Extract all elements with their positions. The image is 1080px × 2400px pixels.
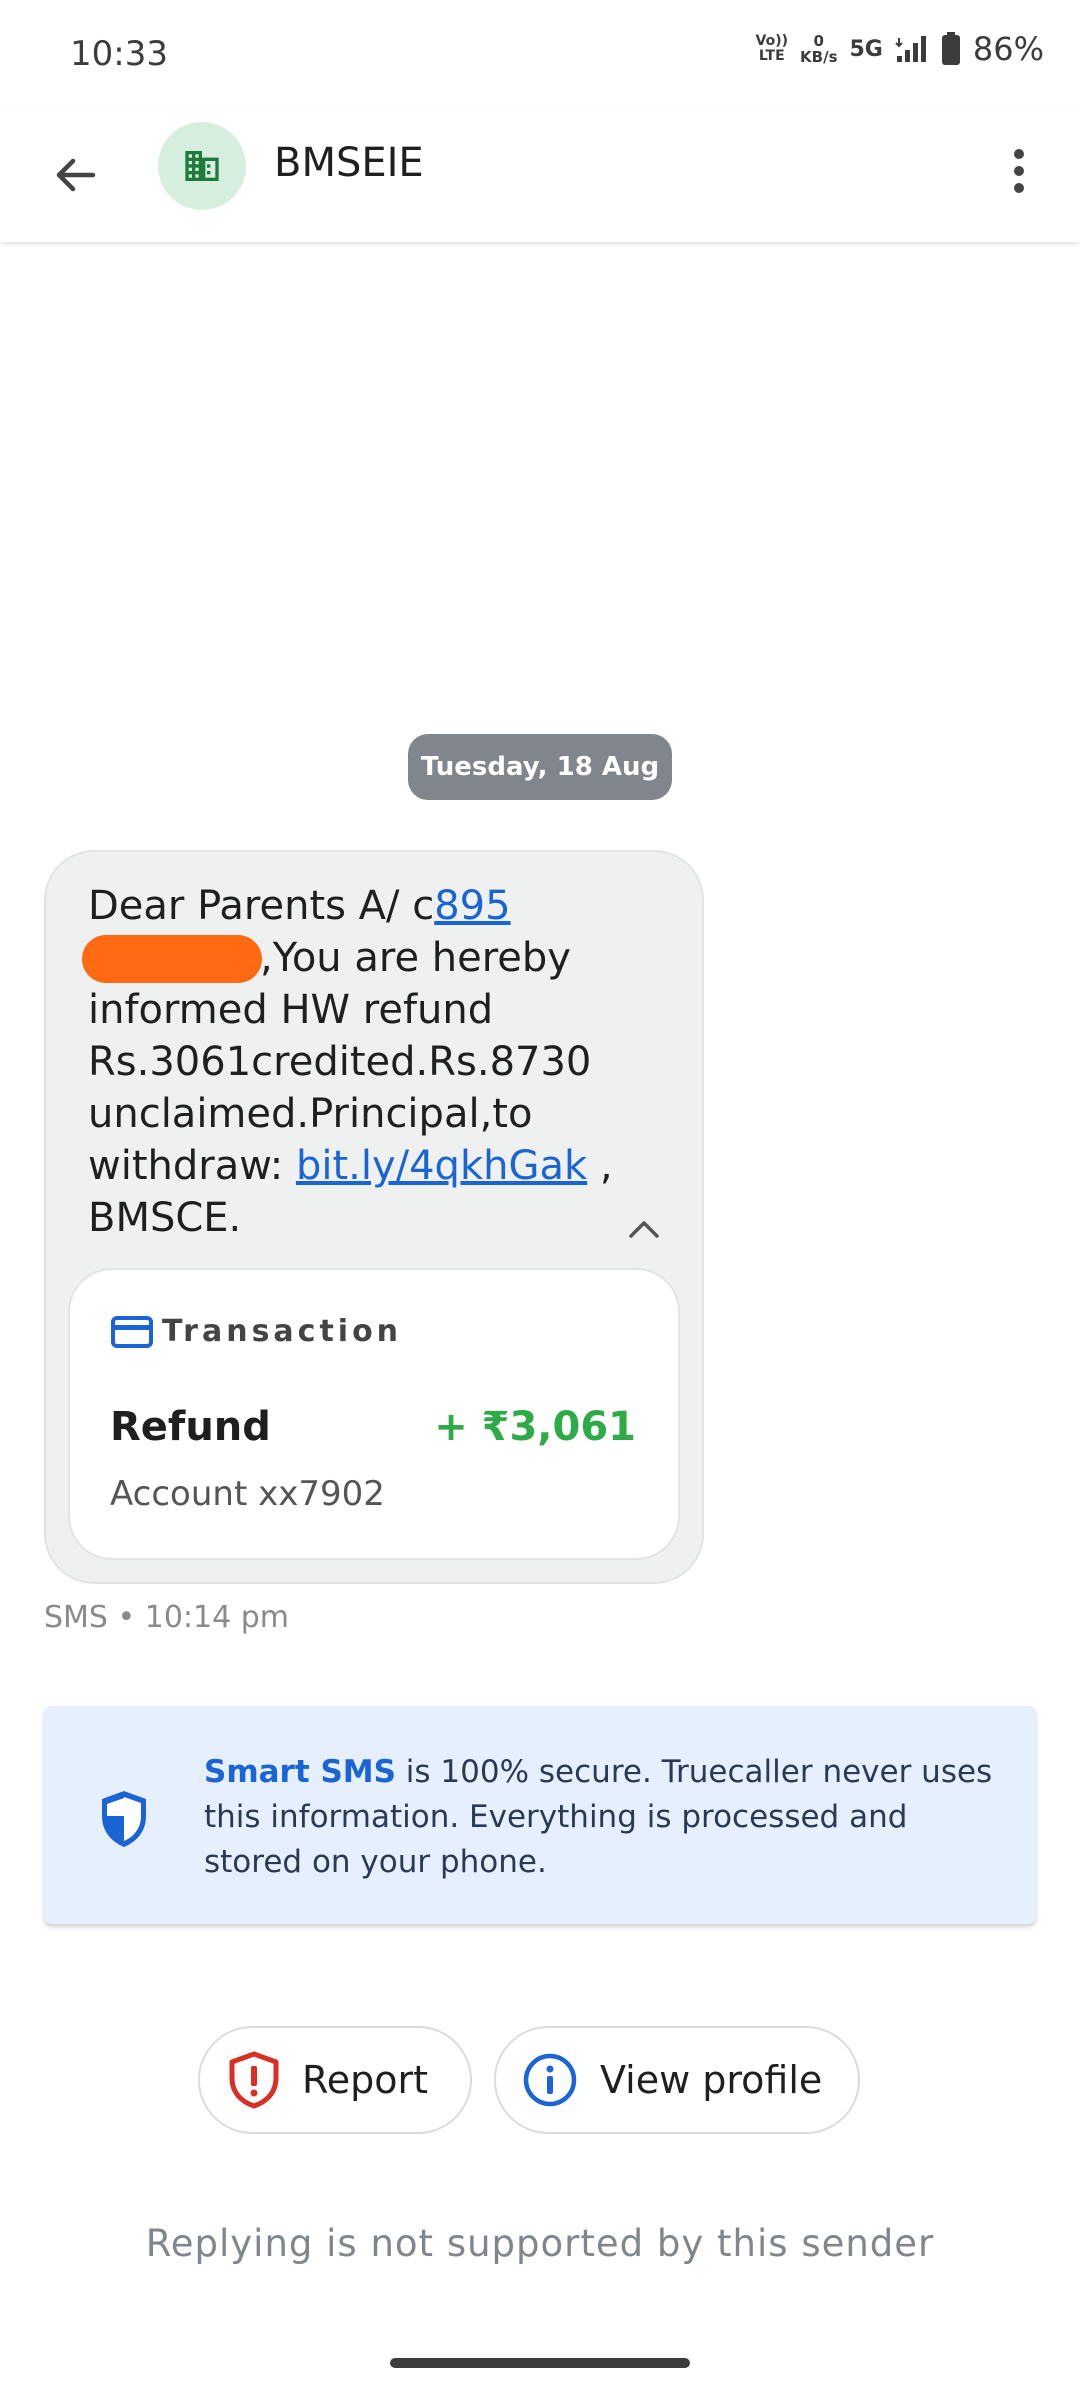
- transaction-header: Transaction: [110, 1314, 402, 1349]
- smart-sms-info-banner: Smart SMS is 100% secure. Truecaller nev…: [44, 1706, 1036, 1924]
- more-vert-icon: [1014, 149, 1024, 193]
- chevron-up-icon: [629, 1221, 659, 1238]
- message-bubble[interactable]: Dear Parents A/ c895,You are hereby info…: [44, 850, 704, 1584]
- battery-percent: 86%: [972, 30, 1044, 68]
- conversation-header: BMSEIE: [0, 110, 1080, 242]
- account-number-link[interactable]: 895: [434, 883, 510, 929]
- date-divider: Tuesday, 18 Aug: [408, 734, 672, 800]
- message-text-part: Dear Parents A/ c: [88, 883, 435, 929]
- signal-icon: [895, 36, 926, 62]
- message-timestamp: SMS • 10:14 pm: [44, 1600, 289, 1635]
- volte-indicator: Vo)) LTE: [756, 34, 788, 64]
- transaction-amount: + ₹3,061: [434, 1404, 636, 1450]
- data-speed-unit: KB/s: [800, 48, 838, 66]
- status-time: 10:33: [70, 34, 168, 74]
- transaction-title: Refund: [110, 1404, 271, 1450]
- back-arrow-icon: [56, 158, 96, 192]
- battery-icon: [941, 32, 960, 65]
- reply-not-supported-note: Replying is not supported by this sender: [145, 2222, 935, 2265]
- view-profile-button[interactable]: View profile: [494, 2026, 860, 2134]
- report-shield-icon: [229, 2051, 279, 2109]
- shield-icon: [102, 1791, 146, 1847]
- collapse-button[interactable]: [622, 1207, 666, 1251]
- status-indicators: Vo)) LTE 0 KB/s 5G 86%: [756, 30, 1044, 68]
- message-url-link[interactable]: bit.ly/4qkhGak: [296, 1143, 587, 1189]
- credit-card-icon: [111, 1315, 153, 1348]
- home-indicator[interactable]: [390, 2358, 690, 2368]
- smart-sms-title: Smart SMS: [204, 1754, 396, 1790]
- transaction-account: Account xx7902: [110, 1474, 385, 1514]
- status-bar: 10:33 Vo)) LTE 0 KB/s 5G 86%: [0, 0, 1080, 110]
- building-icon: [185, 151, 219, 181]
- redaction-mark: [82, 935, 262, 983]
- transaction-card[interactable]: Transaction Refund + ₹3,061 Account xx79…: [68, 1268, 680, 1560]
- transaction-label: Transaction: [162, 1314, 403, 1349]
- data-speed-indicator: 0 KB/s: [800, 33, 837, 65]
- view-profile-label: View profile: [600, 2058, 823, 2102]
- sender-name[interactable]: BMSEIE: [274, 140, 424, 186]
- volte-bottom: LTE: [758, 48, 785, 64]
- message-text: Dear Parents A/ c895,You are hereby info…: [82, 880, 668, 1244]
- volte-top: Vo)): [755, 33, 789, 49]
- smart-sms-info-text: Smart SMS is 100% secure. Truecaller nev…: [204, 1750, 1004, 1885]
- data-speed-value: 0: [813, 32, 824, 50]
- report-label: Report: [302, 2058, 428, 2102]
- back-button[interactable]: [40, 140, 110, 210]
- info-icon: [523, 2053, 577, 2107]
- network-type: 5G: [849, 36, 883, 62]
- report-button[interactable]: Report: [198, 2026, 472, 2134]
- more-options-button[interactable]: [984, 136, 1054, 206]
- sender-avatar[interactable]: [158, 122, 246, 210]
